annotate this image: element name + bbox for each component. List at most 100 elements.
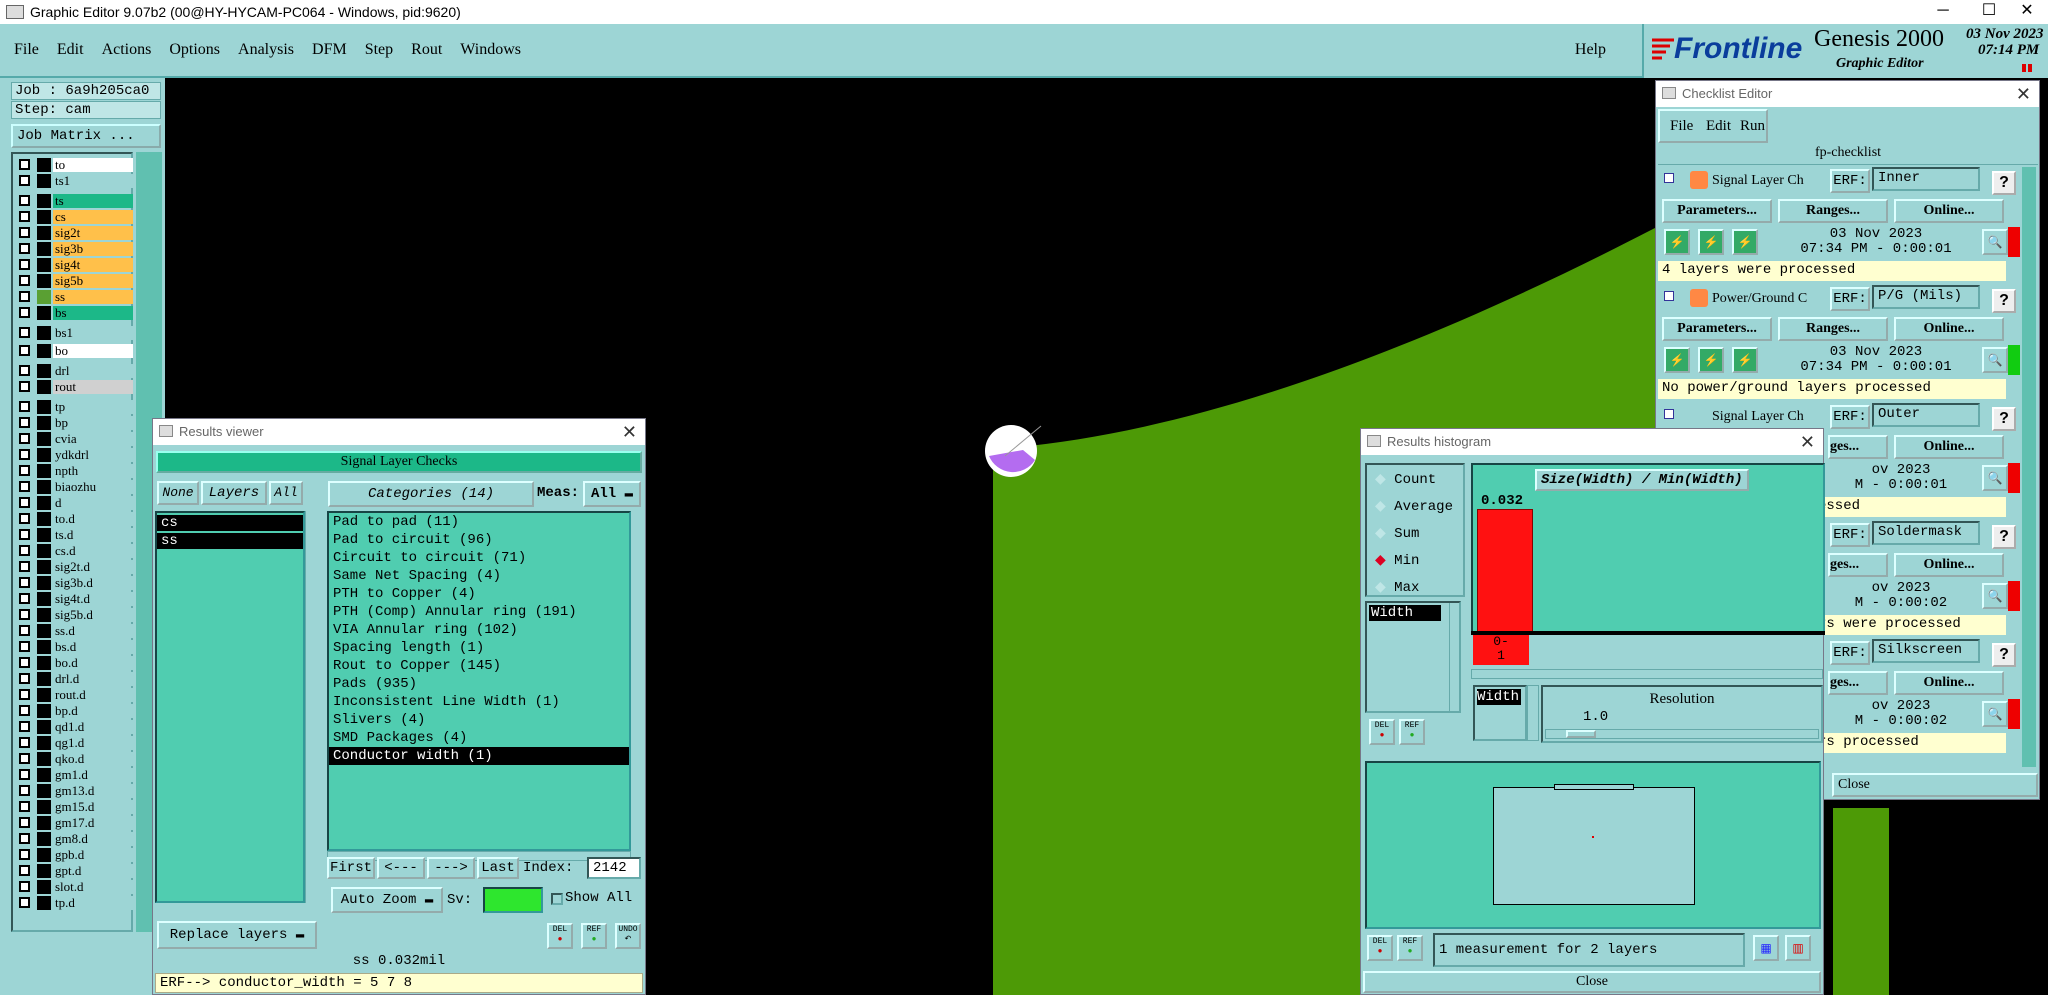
layer-checkbox[interactable]	[19, 625, 30, 636]
menu-dfm[interactable]: DFM	[312, 41, 347, 59]
layer-name[interactable]: gpb.d	[53, 848, 133, 862]
checklist-scrollbar[interactable]	[2022, 167, 2036, 767]
histogram-mode-radio[interactable]: ◆ Max	[1375, 579, 1419, 596]
layer-checkbox[interactable]	[19, 327, 30, 338]
layer-checkbox[interactable]	[19, 433, 30, 444]
layer-row[interactable]: bs1	[15, 326, 133, 340]
run-action-icon[interactable]: ⚡	[1664, 229, 1690, 255]
run-layer-icon[interactable]: ⚡	[1732, 229, 1758, 255]
histogram-config-icon[interactable]: ▦	[1753, 935, 1779, 961]
online-button[interactable]: Online...	[1894, 435, 2004, 459]
layer-name[interactable]: to	[53, 158, 133, 172]
resolution-slider-thumb[interactable]	[1566, 730, 1596, 738]
layer-checkbox[interactable]	[19, 365, 30, 376]
layer-row[interactable]: gm13.d	[15, 784, 133, 798]
action-checkbox[interactable]	[1664, 173, 1674, 183]
layer-checkbox[interactable]	[19, 345, 30, 356]
ranges-button[interactable]: ges...	[1828, 671, 1888, 695]
ref-button[interactable]: REF ●	[581, 923, 607, 949]
layer-row[interactable]: qd1.d	[15, 720, 133, 734]
action-name[interactable]: Power/Ground C	[1712, 291, 1807, 307]
layer-name[interactable]: npth	[53, 464, 133, 478]
menu-analysis[interactable]: Analysis	[238, 41, 294, 59]
layer-checkbox[interactable]	[19, 817, 30, 828]
layer-name[interactable]: qg1.d	[53, 736, 133, 750]
ranges-button[interactable]: ges...	[1828, 553, 1888, 577]
layer-name[interactable]: sig2t.d	[53, 560, 133, 574]
run-step-icon[interactable]: ⚡	[1698, 229, 1724, 255]
menu-options[interactable]: Options	[169, 41, 220, 59]
layer-name[interactable]: bs.d	[53, 640, 133, 654]
layer-checkbox[interactable]	[19, 737, 30, 748]
hist-del-button[interactable]: DEL ●	[1369, 719, 1395, 745]
layer-checkbox[interactable]	[19, 785, 30, 796]
category-item[interactable]: Pad to circuit (96)	[329, 531, 629, 549]
layer-color-swatch[interactable]	[37, 226, 51, 240]
layer-color-swatch[interactable]	[37, 496, 51, 510]
zoom-results-icon[interactable]: 🔍	[1982, 465, 2008, 491]
layer-color-swatch[interactable]	[37, 880, 51, 894]
layer-row[interactable]: tp	[15, 400, 133, 414]
categories-button[interactable]: Categories (14)	[328, 481, 534, 507]
layer-checkbox[interactable]	[19, 449, 30, 460]
resolution-slider[interactable]	[1545, 729, 1819, 739]
layer-color-swatch[interactable]	[37, 464, 51, 478]
layer-color-swatch[interactable]	[37, 544, 51, 558]
layer-row[interactable]: ydkdrl	[15, 448, 133, 462]
layer-checkbox[interactable]	[19, 593, 30, 604]
layer-checkbox[interactable]	[19, 609, 30, 620]
layer-row[interactable]: bs	[15, 306, 133, 320]
run-step-icon[interactable]: ⚡	[1698, 347, 1724, 373]
layer-row[interactable]: rout.d	[15, 688, 133, 702]
layer-row[interactable]: sig4t.d	[15, 592, 133, 606]
layer-color-swatch[interactable]	[37, 768, 51, 782]
layer-checkbox[interactable]	[19, 211, 30, 222]
help-icon[interactable]: ?	[1992, 407, 2016, 431]
layer-color-swatch[interactable]	[37, 640, 51, 654]
layer-row[interactable]: sig3b	[15, 242, 133, 256]
layer-checkbox[interactable]	[19, 801, 30, 812]
layer-name[interactable]: bp.d	[53, 704, 133, 718]
close-icon[interactable]: ✕	[1800, 429, 1815, 455]
layer-row[interactable]: gpt.d	[15, 864, 133, 878]
layer-checkbox[interactable]	[19, 481, 30, 492]
help-icon[interactable]: ?	[1992, 289, 2016, 313]
layer-name[interactable]: gm17.d	[53, 816, 133, 830]
layer-color-swatch[interactable]	[37, 864, 51, 878]
layer-color-swatch[interactable]	[37, 528, 51, 542]
category-item[interactable]: Spacing length (1)	[329, 639, 629, 657]
layer-checkbox[interactable]	[19, 275, 30, 286]
layer-name[interactable]: qd1.d	[53, 720, 133, 734]
undo-button[interactable]: UNDO ↶	[615, 923, 641, 949]
layer-color-swatch[interactable]	[37, 158, 51, 172]
layer-name[interactable]: bp	[53, 416, 133, 430]
layer-row[interactable]: sig5b	[15, 274, 133, 288]
layer-checkbox[interactable]	[19, 753, 30, 764]
histogram-bar[interactable]	[1477, 509, 1533, 633]
layer-checkbox[interactable]	[19, 673, 30, 684]
layer-row[interactable]: to.d	[15, 512, 133, 526]
layer-name[interactable]: to.d	[53, 512, 133, 526]
layer-row[interactable]: sig5b.d	[15, 608, 133, 622]
histogram-chart-icon[interactable]: ▥	[1785, 935, 1811, 961]
layer-name[interactable]: bs1	[53, 326, 133, 340]
layer-checkbox[interactable]	[19, 381, 30, 392]
online-button[interactable]: Online...	[1894, 317, 2004, 341]
layer-row[interactable]: qg1.d	[15, 736, 133, 750]
layer-color-swatch[interactable]	[37, 896, 51, 910]
layer-name[interactable]: gpt.d	[53, 864, 133, 878]
categories-scrollbar[interactable]	[631, 511, 643, 851]
layer-color-swatch[interactable]	[37, 344, 51, 358]
preview-del-button[interactable]: DEL ●	[1367, 935, 1393, 961]
histogram-mode-radio[interactable]: ◆ Sum	[1375, 525, 1419, 542]
width-item[interactable]: Width	[1369, 605, 1441, 621]
layer-checkbox[interactable]	[19, 881, 30, 892]
next-button[interactable]: --->	[427, 857, 475, 879]
resolution-field-list[interactable]: Width	[1473, 685, 1527, 741]
histogram-mode-radio[interactable]: ◆ Count	[1375, 471, 1436, 488]
layer-row[interactable]: sig4t	[15, 258, 133, 272]
layer-name[interactable]: ts.d	[53, 528, 133, 542]
ranges-button[interactable]: Ranges...	[1778, 317, 1888, 341]
layer-color-swatch[interactable]	[37, 816, 51, 830]
layer-color-swatch[interactable]	[37, 560, 51, 574]
